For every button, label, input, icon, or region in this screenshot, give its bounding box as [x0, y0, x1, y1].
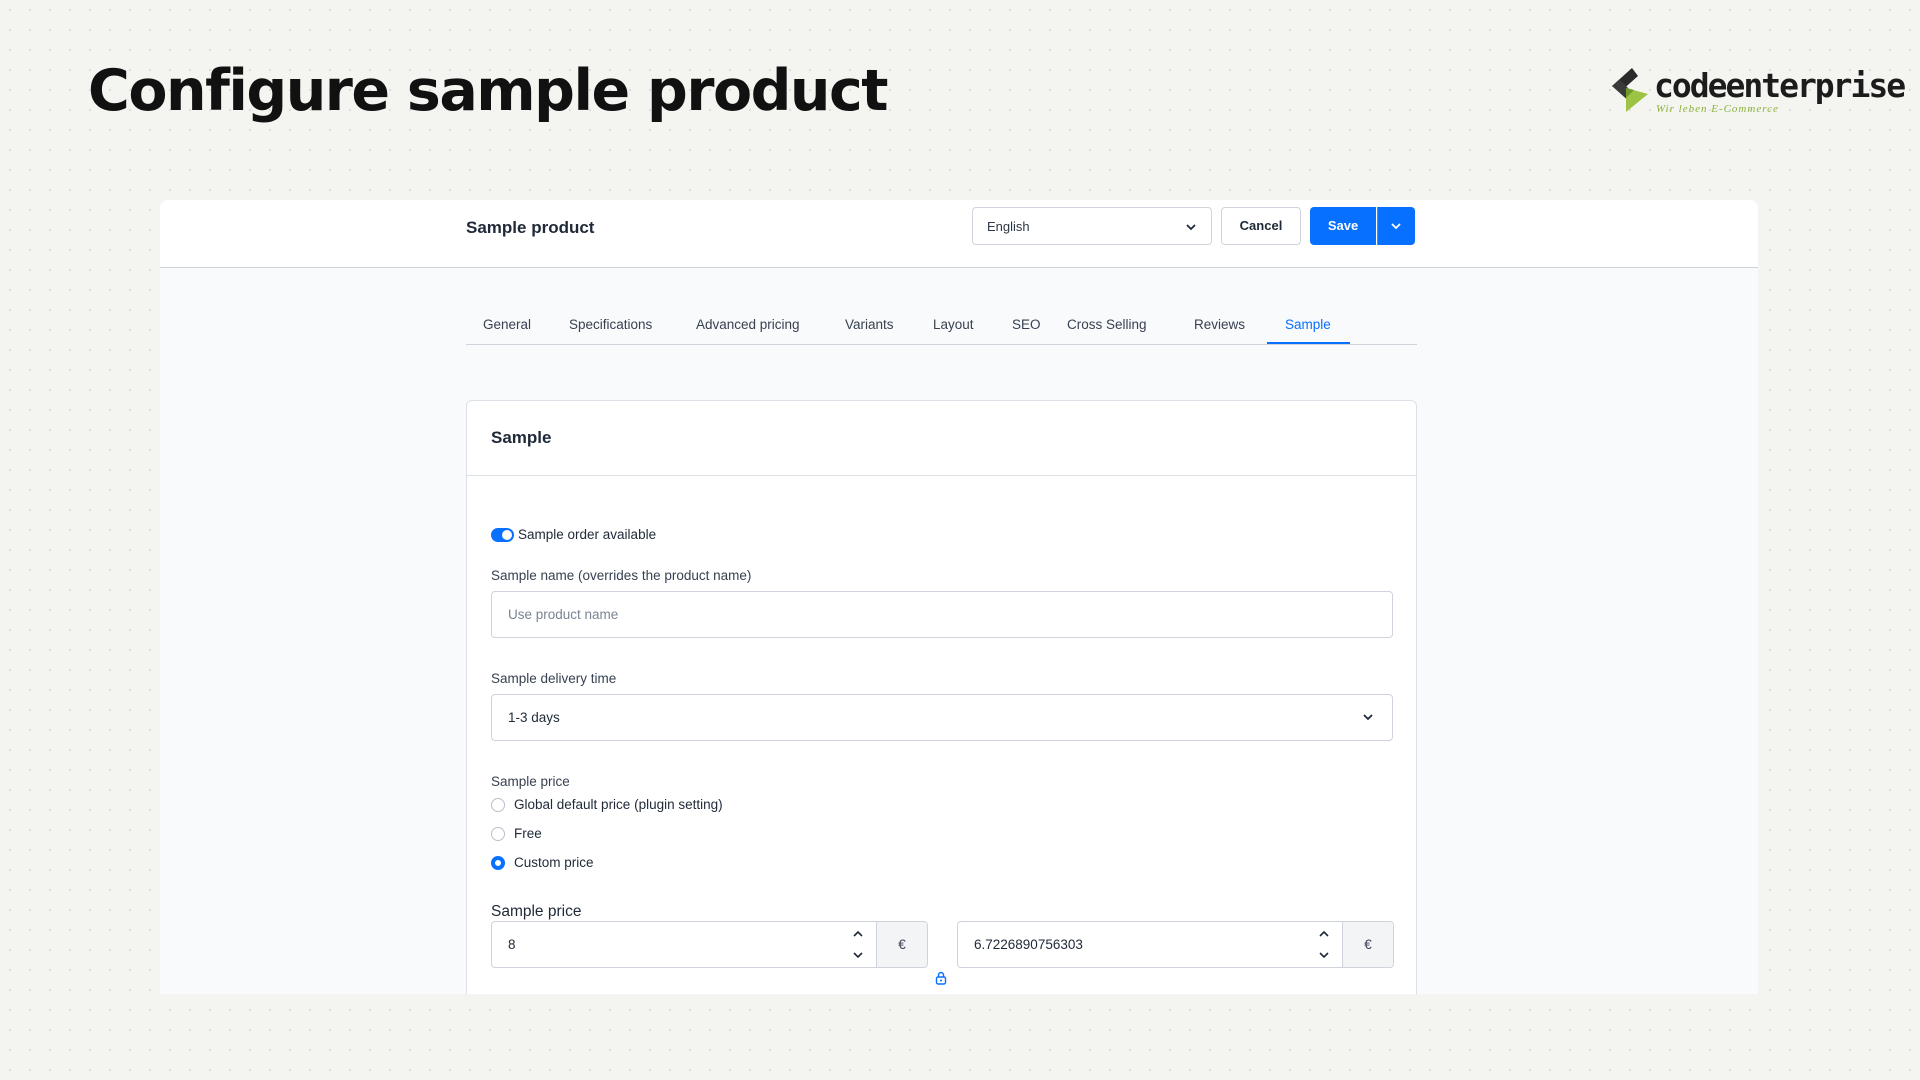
save-options-button[interactable] [1377, 207, 1415, 245]
logo-tagline: Wir leben E-Commerce [1656, 103, 1779, 115]
sample-card: Sample Sample order available Sample nam… [466, 400, 1417, 994]
tab-variants[interactable]: Variants [845, 317, 894, 343]
tab-advanced-pricing[interactable]: Advanced pricing [696, 317, 800, 343]
chevron-down-icon [1391, 223, 1401, 230]
increment-icon[interactable] [851, 927, 865, 941]
sample-order-toggle[interactable] [491, 528, 514, 542]
currency-addon: € [876, 922, 927, 967]
tab-sample[interactable]: Sample [1285, 317, 1331, 343]
active-tab-indicator [1267, 342, 1350, 344]
chevron-down-icon [1186, 224, 1196, 231]
tab-bar: General Specifications Advanced pricing … [466, 317, 1417, 345]
company-logo: codeenterprise Wir leben E-Commerce [1610, 66, 1906, 118]
radio-button[interactable] [491, 798, 505, 812]
language-select-value: English [987, 219, 1030, 234]
cancel-button[interactable]: Cancel [1221, 207, 1301, 245]
radio-label: Global default price (plugin setting) [514, 797, 723, 812]
slide-headline: Configure sample product [88, 58, 889, 124]
price-mode-label: Sample price [491, 774, 570, 789]
lock-icon[interactable] [935, 971, 947, 985]
sample-name-input[interactable]: Use product name [491, 591, 1393, 638]
increment-icon[interactable] [1317, 927, 1331, 941]
decrement-icon[interactable] [851, 948, 865, 962]
sample-name-label: Sample name (overrides the product name) [491, 568, 752, 583]
logo-mark-icon [1612, 68, 1648, 112]
decrement-icon[interactable] [1317, 948, 1331, 962]
language-select[interactable]: English [972, 207, 1212, 245]
product-title: Sample product [466, 218, 595, 237]
delivery-time-value: 1-3 days [508, 710, 560, 725]
tab-cross-selling[interactable]: Cross Selling [1067, 317, 1147, 343]
sample-price-label: Sample price [491, 903, 582, 920]
card-title: Sample [491, 428, 552, 447]
tab-reviews[interactable]: Reviews [1194, 317, 1245, 343]
logo-wordmark: codeenterprise [1654, 66, 1906, 105]
net-price-input[interactable]: 6.7226890756303 € [957, 921, 1394, 968]
tab-general[interactable]: General [483, 317, 531, 343]
save-button[interactable]: Save [1310, 207, 1376, 245]
sample-order-toggle-label: Sample order available [518, 527, 657, 542]
radio-button[interactable] [491, 856, 505, 870]
delivery-time-label: Sample delivery time [491, 671, 617, 686]
tab-seo[interactable]: SEO [1012, 317, 1041, 343]
currency-addon: € [1342, 922, 1393, 967]
radio-label: Free [514, 826, 542, 841]
tab-specifications[interactable]: Specifications [569, 317, 652, 343]
radio-label: Custom price [514, 855, 594, 870]
sample-name-placeholder: Use product name [508, 607, 619, 622]
gross-price-value: 8 [508, 937, 516, 952]
top-bar: Sample product English Cancel Save [160, 200, 1758, 268]
admin-panel: Sample product English Cancel Save Gener… [160, 200, 1758, 994]
delivery-time-select[interactable]: 1-3 days [491, 694, 1393, 741]
radio-button[interactable] [491, 827, 505, 841]
card-divider [467, 475, 1416, 476]
gross-price-input[interactable]: 8 € [491, 921, 928, 968]
net-price-value: 6.7226890756303 [974, 937, 1083, 952]
tab-layout[interactable]: Layout [933, 317, 974, 343]
chevron-down-icon [1363, 714, 1373, 721]
